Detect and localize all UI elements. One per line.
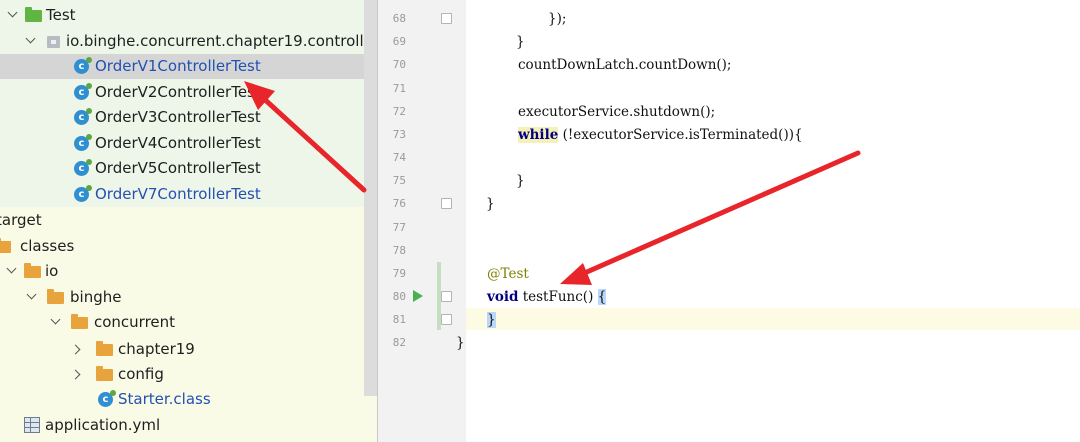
tree-label: OrderV3ControllerTest [95,108,261,126]
folder-icon [0,238,11,253]
matched-brace: { [597,289,607,305]
code-line: executorService.shutdown(); [518,104,716,120]
chevron-down-icon[interactable] [50,314,61,325]
chevron-right-icon[interactable] [70,369,81,380]
line-number: 72 [392,105,406,118]
tree-label: OrderV1ControllerTest [95,57,261,75]
line-number: 78 [392,244,406,257]
code-line: }); [548,11,567,27]
line-number: 74 [392,151,406,164]
folder-icon [96,341,113,356]
line-number: 79 [392,267,406,280]
line-number: 80 [392,290,406,303]
folder-icon [24,263,41,278]
tree-label: classes [20,237,75,255]
folder-icon [71,314,88,329]
chevron-down-icon[interactable] [6,263,17,274]
test-class-icon: c [74,57,92,74]
class-file-icon: c [98,390,116,407]
code-line: } [486,196,495,212]
line-number: 70 [392,58,406,71]
tree-label: binghe [70,288,122,306]
line-number: 69 [392,35,406,48]
test-folder-icon [25,7,42,22]
package-icon [47,36,60,48]
fold-marker-icon[interactable] [441,198,452,209]
test-class-icon: c [74,159,92,176]
line-number: 75 [392,174,406,187]
tree-label: io [45,262,59,280]
tree-label: target [0,211,42,229]
chevron-right-icon[interactable] [70,344,81,355]
annotation-test: @Test [487,266,529,282]
fold-marker-icon[interactable] [441,13,452,24]
test-class-icon: c [74,134,92,151]
tree-label: application.yml [45,416,161,434]
current-line-highlight [466,308,1080,330]
folder-icon [96,366,113,381]
code-text: testFunc() [518,289,598,305]
keyword-void: void [487,289,519,305]
line-number: 71 [392,82,406,95]
project-tree-panel: Test io.binghe.concurrent.chapter19.cont… [0,0,377,442]
tree-label: concurrent [94,313,176,331]
tree-label: config [118,365,164,383]
code-line: while (!executorService.isTerminated()){ [518,124,803,146]
tree-label: OrderV2ControllerTest [95,83,261,101]
code-line: } [456,335,465,351]
code-line: } [487,309,496,331]
tree-scrollbar[interactable] [364,0,377,396]
line-number: 73 [392,128,406,141]
line-number: 76 [392,197,406,210]
tree-label: io.binghe.concurrent.chapter19.controlle… [66,32,377,50]
code-line: void testFunc() { [487,286,607,308]
code-text: (!executorService.isTerminated()){ [558,127,803,143]
line-number: 77 [392,221,406,234]
fold-marker-icon[interactable] [441,291,452,302]
line-number: 82 [392,336,406,349]
chevron-down-icon[interactable] [26,289,37,300]
code-line: } [516,34,525,50]
tree-label: chapter19 [118,340,195,358]
keyword-while: while [518,127,559,143]
test-class-icon: c [74,185,92,202]
yaml-file-icon [24,417,40,433]
line-number: 81 [392,313,406,326]
test-class-icon: c [74,83,92,100]
tree-label: Starter.class [118,390,211,408]
tree-label: OrderV4ControllerTest [95,134,261,152]
tree-label: Test [46,6,76,24]
code-line: countDownLatch.countDown(); [518,57,732,73]
test-class-icon: c [74,108,92,125]
code-line: } [516,173,525,189]
tree-label: OrderV7ControllerTest [95,185,261,203]
folder-icon [47,289,64,304]
tree-label: OrderV5ControllerTest [95,159,261,177]
line-number: 68 [392,12,406,25]
matched-brace: } [487,312,496,328]
run-test-icon[interactable] [413,290,423,302]
fold-marker-icon[interactable] [441,314,452,325]
